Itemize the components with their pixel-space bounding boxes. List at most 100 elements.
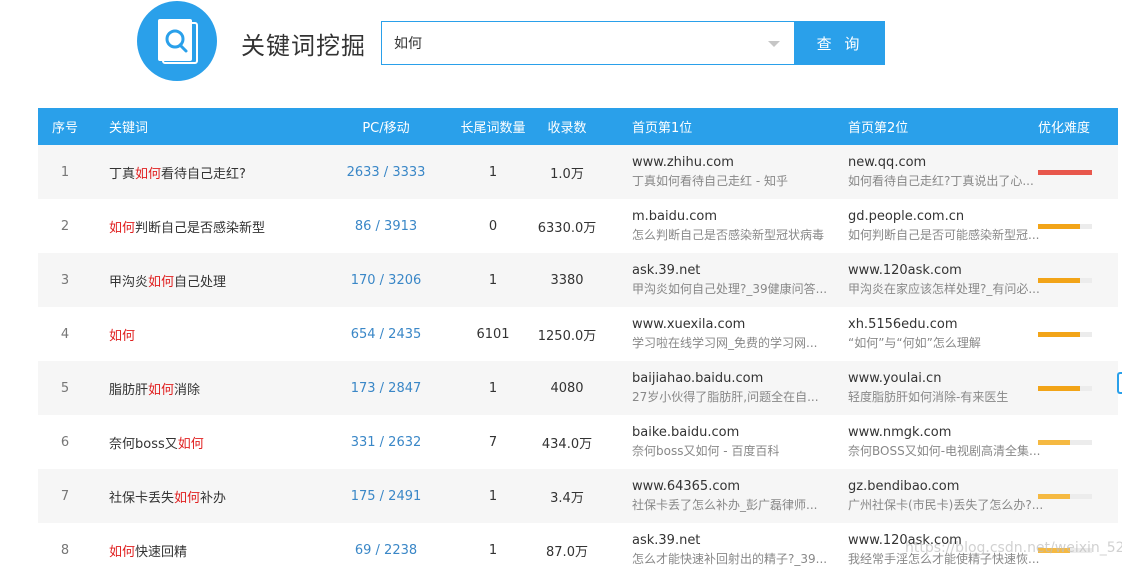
dropdown-caret-icon[interactable] [768, 41, 780, 47]
table-row[interactable]: 3 甲沟炎如何自己处理 170 / 3206 1 3380 ask.39.net 甲沟炎如何… [38, 253, 1118, 307]
second-result-desc: 奈何BOSS又如何-电视剧高清全集... [848, 444, 1041, 458]
keyword-suffix: 补办 [200, 490, 227, 506]
keyword-suffix: 自己处理 [174, 274, 227, 290]
first-result-desc: 奈何boss又如何 - 百度百科 [632, 444, 780, 458]
row-pc-mobile[interactable]: 170 / 3206 [314, 273, 458, 288]
row-pc-mobile[interactable]: 69 / 2238 [314, 543, 458, 558]
page-title: 关键词挖掘 [241, 32, 366, 60]
keyword-prefix: 脂肪肝 [109, 382, 149, 398]
row-pc-mobile[interactable]: 654 / 2435 [314, 327, 458, 342]
first-result-domain[interactable]: baike.baidu.com [632, 424, 822, 442]
row-index: 2 [60, 218, 70, 234]
search-input[interactable] [394, 35, 764, 51]
second-result-domain[interactable]: xh.5156edu.com [848, 316, 1038, 334]
difficulty-bar-fill [1038, 331, 1081, 337]
row-longtail-count: 1 [488, 380, 498, 396]
row-difficulty [1038, 331, 1118, 337]
table-header: 序号 关键词 PC/移动 长尾词数量 收录数 首页第1位 首页第2位 优化难度 [38, 108, 1118, 145]
row-first-result[interactable]: www.64365.com 社保卡丢了怎么补办_彭广磊律师... [606, 478, 822, 514]
row-keyword[interactable]: 奈何boss又如何 [92, 433, 314, 452]
row-difficulty [1038, 223, 1118, 229]
difficulty-bar-fill [1038, 277, 1081, 283]
keyword-highlight: 如何 [109, 328, 136, 344]
row-first-result[interactable]: ask.39.net 怎么才能快速补回射出的精子?_39... [606, 532, 827, 568]
second-result-domain[interactable]: www.120ask.com [848, 262, 1038, 280]
second-result-desc: 广州社保卡(市民卡)丢失了怎么办?... [848, 498, 1044, 512]
second-result-domain[interactable]: www.nmgk.com [848, 424, 1038, 442]
row-indexed-count: 4080 [550, 380, 584, 396]
row-second-result[interactable]: xh.5156edu.com “如何”与“何如”怎么理解 [822, 316, 1038, 352]
search-button[interactable]: 查 询 [795, 21, 885, 65]
column-header-difficulty: 优化难度 [1038, 121, 1091, 136]
row-second-result[interactable]: new.qq.com 如何看待自己走红?丁真说出了心... [822, 154, 1038, 190]
search-field[interactable] [381, 21, 795, 65]
keyword-highlight: 如何 [109, 220, 136, 236]
row-first-result[interactable]: www.zhihu.com 丁真如何看待自己走红 - 知乎 [606, 154, 822, 190]
row-keyword[interactable]: 如何 [92, 325, 314, 344]
first-result-desc: 怎么才能快速补回射出的精子?_39... [632, 552, 828, 566]
row-keyword[interactable]: 丁真如何看待自己走红? [92, 163, 314, 182]
row-keyword[interactable]: 社保卡丢失如何补办 [92, 487, 314, 506]
table-row[interactable]: 5 脂肪肝如何消除 173 / 2847 1 4080 baijiahao.baidu.c… [38, 361, 1118, 415]
row-difficulty [1038, 493, 1118, 499]
column-header-keyword: 关键词 [109, 121, 149, 136]
row-longtail-count: 6101 [476, 326, 510, 342]
row-pc-mobile[interactable]: 175 / 2491 [314, 489, 458, 504]
keyword-suffix: 快速回精 [135, 544, 188, 560]
table-body: 1 丁真如何看待自己走红? 2633 / 3333 1 1.0万 www.zhihu.co… [38, 145, 1118, 568]
row-first-result[interactable]: baike.baidu.com 奈何boss又如何 - 百度百科 [606, 424, 822, 460]
second-result-domain[interactable]: gz.bendibao.com [848, 478, 1038, 496]
row-difficulty [1038, 385, 1118, 391]
row-first-result[interactable]: baijiahao.baidu.com 27岁小伙得了脂肪肝,问题全在自... [606, 370, 822, 406]
keyword-highlight: 如何 [148, 382, 175, 398]
row-pc-mobile[interactable]: 86 / 3913 [314, 219, 458, 234]
second-result-domain[interactable]: gd.people.com.cn [848, 208, 1038, 226]
row-indexed-count: 434.0万 [541, 436, 593, 452]
watermark: https://blog.csdn.net/weixin_52096982 [905, 540, 1122, 556]
app-logo [137, 1, 217, 81]
row-keyword[interactable]: 脂肪肝如何消除 [92, 379, 314, 398]
column-header-longtail: 长尾词数量 [460, 121, 526, 136]
difficulty-bar [1038, 169, 1092, 175]
row-second-result[interactable]: www.youlai.cn 轻度脂肪肝如何消除-有来医生 [822, 370, 1038, 406]
row-second-result[interactable]: gz.bendibao.com 广州社保卡(市民卡)丢失了怎么办?... [822, 478, 1043, 514]
table-row[interactable]: 4 如何 654 / 2435 6101 1250.0万 www.xuexila.com 学… [38, 307, 1118, 361]
row-index: 1 [60, 164, 70, 180]
column-header-indexed: 收录数 [547, 121, 587, 136]
row-first-result[interactable]: m.baidu.com 怎么判断自己是否感染新型冠状病毒 [606, 208, 824, 244]
row-keyword[interactable]: 如何快速回精 [92, 541, 314, 560]
scroll-handle[interactable] [1117, 372, 1122, 394]
row-pc-mobile[interactable]: 2633 / 3333 [314, 165, 458, 180]
row-keyword[interactable]: 如何判断自己是否感染新型 [92, 217, 314, 236]
safe-search-icon [158, 19, 198, 64]
first-result-domain[interactable]: ask.39.net [632, 262, 822, 280]
second-result-desc: 甲沟炎在家应该怎样处理?_有问必... [848, 282, 1040, 296]
second-result-desc: “如何”与“何如”怎么理解 [848, 336, 981, 350]
row-indexed-count: 1250.0万 [537, 328, 597, 344]
second-result-domain[interactable]: www.youlai.cn [848, 370, 1038, 388]
table-row[interactable]: 1 丁真如何看待自己走红? 2633 / 3333 1 1.0万 www.zhihu.co… [38, 145, 1118, 199]
row-index: 7 [60, 488, 70, 504]
row-keyword[interactable]: 甲沟炎如何自己处理 [92, 271, 314, 290]
keyword-highlight: 如何 [174, 490, 201, 506]
first-result-domain[interactable]: m.baidu.com [632, 208, 822, 226]
row-second-result[interactable]: www.nmgk.com 奈何BOSS又如何-电视剧高清全集... [822, 424, 1040, 460]
second-result-domain[interactable]: new.qq.com [848, 154, 1038, 172]
first-result-domain[interactable]: www.zhihu.com [632, 154, 822, 172]
table-row[interactable]: 2 如何判断自己是否感染新型 86 / 3913 0 6330.0万 m.baidu.co… [38, 199, 1118, 253]
row-first-result[interactable]: ask.39.net 甲沟炎如何自己处理?_39健康问答... [606, 262, 827, 298]
row-pc-mobile[interactable]: 173 / 2847 [314, 381, 458, 396]
table-row[interactable]: 7 社保卡丢失如何补办 175 / 2491 1 3.4万 www.64365.com 社保… [38, 469, 1118, 523]
first-result-domain[interactable]: www.64365.com [632, 478, 822, 496]
first-result-domain[interactable]: baijiahao.baidu.com [632, 370, 822, 388]
row-first-result[interactable]: www.xuexila.com 学习啦在线学习网_免费的学习网... [606, 316, 822, 352]
first-result-desc: 甲沟炎如何自己处理?_39健康问答... [632, 282, 828, 296]
first-result-domain[interactable]: ask.39.net [632, 532, 822, 550]
row-second-result[interactable]: www.120ask.com 甲沟炎在家应该怎样处理?_有问必... [822, 262, 1040, 298]
second-result-desc: 轻度脂肪肝如何消除-有来医生 [848, 390, 1009, 404]
row-second-result[interactable]: gd.people.com.cn 如何判断自己是否可能感染新型冠... [822, 208, 1039, 244]
first-result-domain[interactable]: www.xuexila.com [632, 316, 822, 334]
keyword-table: 序号 关键词 PC/移动 长尾词数量 收录数 首页第1位 首页第2位 优化难度 … [38, 108, 1118, 568]
table-row[interactable]: 6 奈何boss又如何 331 / 2632 7 434.0万 baike.baidu.c… [38, 415, 1118, 469]
row-pc-mobile[interactable]: 331 / 2632 [314, 435, 458, 450]
